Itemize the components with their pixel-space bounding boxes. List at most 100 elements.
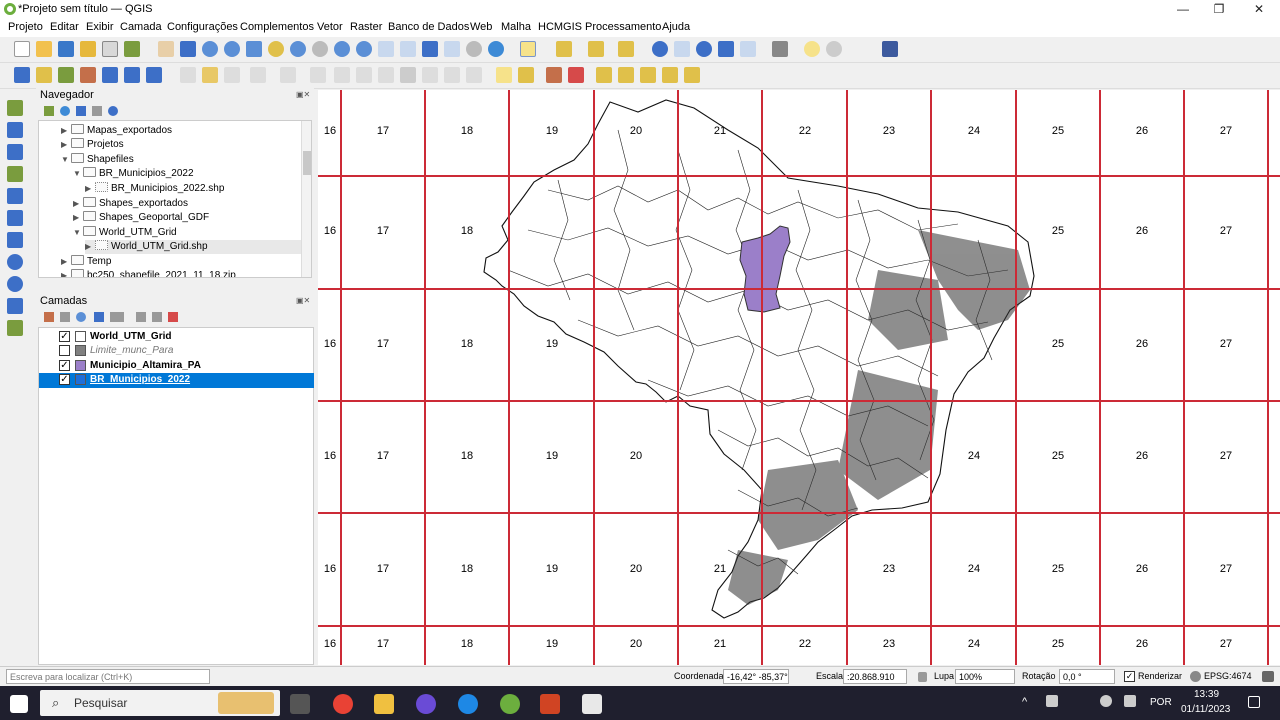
add-wfs-layer-icon[interactable] bbox=[7, 298, 23, 314]
save-project-icon[interactable] bbox=[58, 41, 74, 57]
new-3d-view-icon[interactable] bbox=[400, 41, 416, 57]
collapse-all-layers-icon[interactable] bbox=[152, 312, 162, 322]
coordinate-field[interactable]: -16,42° -85,37° bbox=[723, 669, 789, 684]
collapse-all-icon[interactable] bbox=[92, 106, 102, 116]
gear-icon[interactable] bbox=[696, 41, 712, 57]
delete-feature-icon[interactable] bbox=[334, 67, 350, 83]
data-source-manager-icon[interactable] bbox=[14, 67, 30, 83]
expand-all-icon[interactable] bbox=[136, 312, 146, 322]
refresh-icon[interactable] bbox=[488, 41, 504, 57]
add-delimited-text-icon[interactable] bbox=[7, 166, 23, 182]
save-edits-icon[interactable] bbox=[224, 67, 240, 83]
tree-item[interactable]: ▼ BR_Municipios_2022 bbox=[73, 167, 194, 181]
copy-icon[interactable] bbox=[378, 67, 394, 83]
menu-projeto[interactable]: Projeto bbox=[8, 21, 43, 33]
tree-item[interactable]: ▼ World_UTM_Grid bbox=[73, 226, 177, 240]
select-by-value-icon[interactable] bbox=[556, 41, 572, 57]
add-virtual-layer-icon[interactable] bbox=[7, 232, 23, 248]
menu-web[interactable]: Web bbox=[470, 21, 492, 33]
chrome-icon[interactable] bbox=[333, 694, 353, 714]
undo-arrow-icon[interactable] bbox=[444, 67, 460, 83]
magnifier-field[interactable]: 100% bbox=[955, 669, 1015, 684]
pan-hand-icon[interactable] bbox=[158, 41, 174, 57]
zoom-next-icon[interactable] bbox=[356, 41, 372, 57]
label-show-hide-icon[interactable] bbox=[568, 67, 584, 83]
field-calculator-icon[interactable] bbox=[740, 41, 756, 57]
undo-icon[interactable] bbox=[422, 67, 438, 83]
label-toolbar-icon[interactable] bbox=[684, 67, 700, 83]
new-layer-icon[interactable] bbox=[7, 320, 23, 336]
menu-editar[interactable]: Editar bbox=[50, 21, 79, 33]
zoom-last-icon[interactable] bbox=[334, 41, 350, 57]
map-canvas[interactable]: 16 17 18 19 20 21 22 23 24 25 26 27 16 17 18 25 26 27 16 17… bbox=[318, 90, 1280, 665]
filter-expression-icon[interactable] bbox=[110, 312, 124, 322]
layer-checkbox[interactable] bbox=[59, 345, 70, 356]
add-group-icon[interactable] bbox=[60, 312, 70, 322]
qgis-taskbar-icon[interactable] bbox=[500, 694, 520, 714]
menu-banco-de-dados[interactable]: Banco de Dados bbox=[388, 21, 469, 33]
manage-themes-icon[interactable] bbox=[76, 312, 86, 322]
zoom-full-icon[interactable] bbox=[246, 41, 262, 57]
menu-hcmgis[interactable]: HCMGIS bbox=[538, 21, 582, 33]
cut-icon[interactable] bbox=[356, 67, 372, 83]
minimize-button[interactable]: — bbox=[1170, 2, 1196, 18]
tree-item[interactable]: ▶ Mapas_exportados bbox=[61, 124, 172, 138]
label-change-icon[interactable] bbox=[640, 67, 656, 83]
add-mesh-layer-icon[interactable] bbox=[7, 144, 23, 160]
layer-styling-icon[interactable] bbox=[44, 312, 54, 322]
menu-complementos[interactable]: Complementos bbox=[240, 21, 314, 33]
locator-search-input[interactable]: Escreva para localizar (Ctrl+K) bbox=[6, 669, 210, 684]
layer-checkbox[interactable]: ✓ bbox=[59, 360, 70, 371]
menu-vetor[interactable]: Vetor bbox=[317, 21, 343, 33]
clock-date[interactable]: 01/11/2023 bbox=[1181, 704, 1230, 715]
style-manager-icon[interactable] bbox=[124, 41, 140, 57]
attribute-table-icon[interactable] bbox=[674, 41, 690, 57]
add-raster-icon[interactable] bbox=[80, 67, 96, 83]
print-layout-icon[interactable] bbox=[102, 41, 118, 57]
taskbar-search-box[interactable]: ⌕ Pesquisar bbox=[40, 690, 280, 716]
show-bookmarks-icon[interactable] bbox=[444, 41, 460, 57]
zoom-native-icon[interactable] bbox=[312, 41, 328, 57]
add-postgis-icon[interactable] bbox=[7, 210, 23, 226]
notifications-icon[interactable] bbox=[1248, 696, 1260, 708]
rotation-field[interactable]: 0,0 ° bbox=[1059, 669, 1115, 684]
add-feature-icon[interactable] bbox=[250, 67, 266, 83]
tree-item[interactable]: ▶ Temp bbox=[61, 255, 111, 269]
app-icon[interactable] bbox=[582, 694, 602, 714]
open-project-icon[interactable] bbox=[36, 41, 52, 57]
paste-icon[interactable] bbox=[400, 67, 416, 83]
tree-item[interactable]: ▶ Projetos bbox=[61, 138, 124, 152]
windows-start-icon[interactable] bbox=[10, 695, 28, 713]
toggle-editing-icon[interactable] bbox=[202, 67, 218, 83]
tree-item[interactable]: ▼ Shapefiles bbox=[61, 153, 134, 167]
language-indicator[interactable]: POR bbox=[1150, 697, 1172, 708]
filter-browser-icon[interactable] bbox=[76, 106, 86, 116]
label-properties-icon[interactable] bbox=[662, 67, 678, 83]
remove-layer-icon[interactable] bbox=[168, 312, 178, 322]
add-spatialite-icon[interactable] bbox=[7, 188, 23, 204]
redo-arrow-icon[interactable] bbox=[466, 67, 482, 83]
menu-malha[interactable]: Malha bbox=[501, 21, 531, 33]
scrollbar-thumb[interactable] bbox=[303, 151, 311, 175]
label-pin-icon[interactable] bbox=[546, 67, 562, 83]
volume-icon[interactable] bbox=[1124, 695, 1136, 707]
add-database-icon[interactable] bbox=[102, 67, 118, 83]
menu-processamento[interactable]: Processamento bbox=[585, 21, 661, 33]
messages-icon[interactable] bbox=[1262, 671, 1274, 682]
select-features-icon[interactable] bbox=[520, 41, 536, 57]
edge-icon[interactable] bbox=[458, 694, 478, 714]
vertex-tool-icon[interactable] bbox=[280, 67, 296, 83]
label-move-icon[interactable] bbox=[596, 67, 612, 83]
label-rotate-icon[interactable] bbox=[618, 67, 634, 83]
browser-scrollbar[interactable] bbox=[301, 121, 311, 277]
layer-item-limite-munc-para[interactable]: Limite_munc_Para bbox=[39, 344, 314, 358]
modify-attributes-icon[interactable] bbox=[310, 67, 326, 83]
layer-checkbox[interactable]: ✓ bbox=[59, 331, 70, 342]
zoom-selection-icon[interactable] bbox=[268, 41, 284, 57]
wifi-icon[interactable] bbox=[1100, 695, 1112, 707]
epsg-label[interactable]: EPSG:4674 bbox=[1204, 671, 1252, 681]
bookmark-icon[interactable] bbox=[422, 41, 438, 57]
menu-configuracoes[interactable]: Configurações bbox=[167, 21, 238, 33]
file-explorer-icon[interactable] bbox=[374, 694, 394, 714]
panel-close-icon[interactable]: ▣✕ bbox=[296, 296, 310, 306]
